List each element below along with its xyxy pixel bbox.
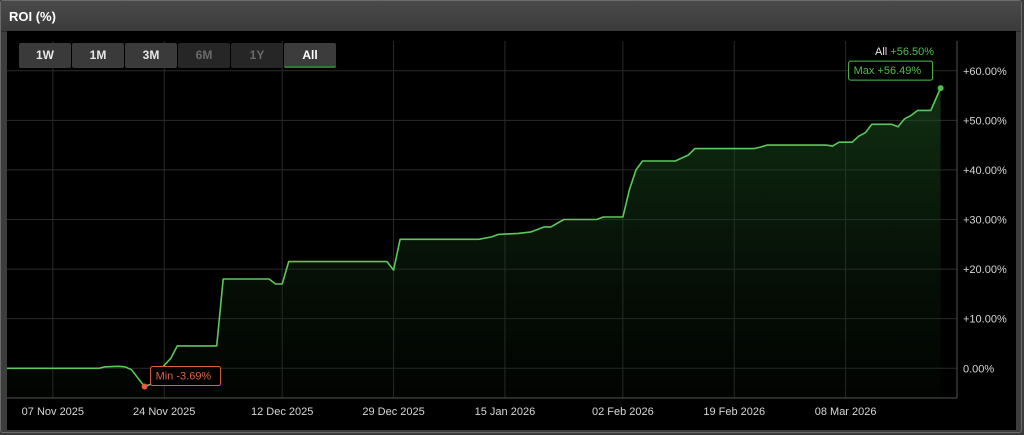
max-label: Max +56.49% [854,65,922,77]
range-3m-button[interactable]: 3M [125,43,177,68]
y-tick-label: +50.00% [963,115,1007,127]
legend-entry: All +56.50% [875,46,934,58]
roi-chart: 0.00% +10.00% +20.00% +30.00% +40.00% +50.00%… [7,41,1007,418]
x-tick-label: 08 Mar 2026 [815,406,877,418]
panel-title: ROI (%) [9,9,56,24]
range-6m-button: 6M [178,43,230,68]
x-tick-label: 19 Feb 2026 [703,406,765,418]
range-1y-button: 1Y [231,43,283,68]
legend-series-name: All [875,46,890,58]
range-1w-button[interactable]: 1W [19,43,71,68]
x-tick-label: 24 Nov 2025 [133,406,195,418]
chart-area: 0.00% +10.00% +20.00% +30.00% +40.00% +50.00%… [7,31,1016,430]
y-tick-label: +40.00% [963,165,1007,177]
x-tick-label: 29 Dec 2025 [362,406,424,418]
series-area-fill [7,88,941,398]
y-tick-label: +30.00% [963,215,1007,227]
range-selector: 1W 1M 3M 6M 1Y All [19,43,336,68]
y-tick-label: 0.00% [963,363,994,375]
y-tick-label: +60.00% [963,66,1007,78]
roi-panel: ROI (%) 0.00% +10.00% +20.00% +30.00% +40.00… [0,0,1022,433]
panel-header: ROI (%) [1,1,1021,32]
legend-value: +56.50% [890,46,934,58]
x-tick-label: 02 Feb 2026 [592,406,654,418]
min-point-marker [141,383,148,390]
y-tick-label: +20.00% [963,264,1007,276]
y-tick-label: +10.00% [963,314,1007,326]
x-tick-label: 07 Nov 2025 [22,406,84,418]
max-point-marker [937,85,944,92]
range-1m-button[interactable]: 1M [72,43,124,68]
min-label: Min -3.69% [156,371,212,383]
x-tick-label: 15 Jan 2026 [475,406,536,418]
range-all-button[interactable]: All [284,43,336,68]
x-tick-label: 12 Dec 2025 [251,406,313,418]
